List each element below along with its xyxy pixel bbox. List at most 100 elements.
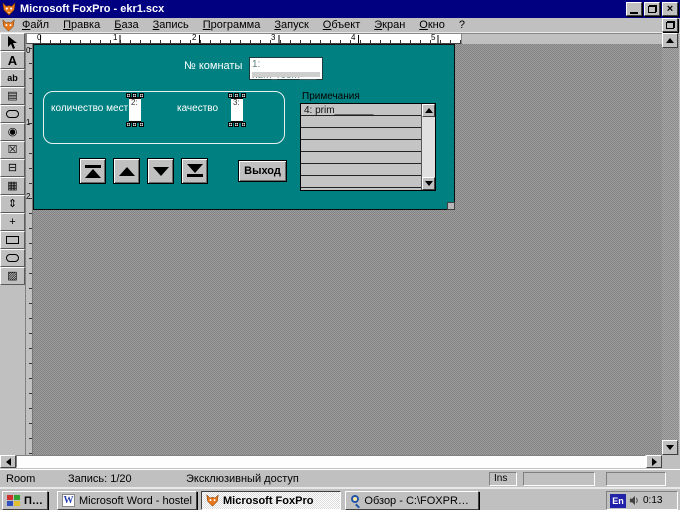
seats-label: количество мест [51, 103, 128, 114]
notes-first-row: 4: prim_______ [304, 105, 374, 116]
line-tool[interactable]: + [0, 213, 25, 231]
keyboard-layout-indicator[interactable]: En [610, 494, 626, 508]
scroll-up-button[interactable] [662, 33, 678, 48]
magnifier-icon [350, 494, 360, 507]
vertical-scrollbar[interactable] [662, 33, 679, 455]
down-arrow-icon [425, 181, 433, 186]
rounded-rectangle-tool[interactable] [0, 249, 25, 267]
menu-file[interactable]: Файл [15, 19, 56, 31]
picture-tool[interactable]: ▨ [0, 267, 25, 285]
spinner-tool[interactable]: ⇕ [0, 195, 25, 213]
ruler-number: 2 [26, 192, 30, 201]
taskbar-clock[interactable]: 0:13 [643, 495, 662, 506]
button-tool-icon [6, 110, 19, 118]
foxpro-window: Microsoft FoxPro - ekr1.scx × Файл Правк… [0, 0, 680, 510]
checkbox-tool[interactable]: ☒ [0, 141, 25, 159]
popup-tool[interactable]: ⊟ [0, 159, 25, 177]
menu-run[interactable]: Запуск [267, 19, 315, 31]
menu-screen[interactable]: Экран [367, 19, 412, 31]
pointer-tool[interactable] [0, 33, 25, 51]
selection-handle[interactable] [241, 93, 246, 98]
horizontal-scroll-track[interactable] [16, 455, 646, 468]
child-restore-icon [666, 21, 675, 29]
seats-spinner-value: 2: [131, 98, 138, 107]
selection-handle[interactable] [132, 122, 137, 127]
close-button[interactable]: × [662, 2, 678, 16]
menu-bar: Файл Правка База Запись Программа Запуск… [0, 18, 680, 33]
word-icon: W [62, 494, 75, 507]
task-browse-label: Обзор - C:\FOXPRO\KAD... [364, 495, 474, 507]
notes-scroll-up-button[interactable] [422, 104, 435, 117]
rectangle-tool[interactable] [0, 231, 25, 249]
down-arrow-icon [666, 445, 674, 450]
menu-window[interactable]: Окно [412, 19, 452, 31]
menu-database[interactable]: База [107, 19, 145, 31]
task-word[interactable]: W Microsoft Word - hostel [57, 491, 197, 510]
field-tool[interactable]: ab [0, 69, 25, 87]
pointer-icon [7, 36, 18, 49]
ruler-number: 3 [271, 33, 275, 42]
notes-scrollbar[interactable] [421, 104, 435, 190]
selection-handle[interactable] [241, 122, 246, 127]
scroll-right-button[interactable] [646, 455, 662, 468]
task-foxpro[interactable]: Microsoft FoxPro [201, 491, 341, 510]
taskbar: Пуск W Microsoft Word - hostel Microsoft… [0, 487, 680, 510]
menu-record[interactable]: Запись [146, 19, 196, 31]
task-browse[interactable]: Обзор - C:\FOXPRO\KAD... [345, 491, 479, 510]
menu-program[interactable]: Программа [196, 19, 268, 31]
triangle-up-icon [85, 169, 101, 178]
spinner-groupbox [43, 91, 285, 144]
exit-button[interactable]: Выход [238, 160, 287, 182]
task-word-label: Microsoft Word - hostel [79, 495, 192, 507]
screen-design-form: № комнаты 1: num_room___ количество мест… [33, 44, 455, 210]
form-resize-handle[interactable] [447, 202, 455, 210]
ruler-number: 1 [26, 118, 30, 127]
scroll-down-button[interactable] [662, 440, 678, 455]
menu-edit[interactable]: Правка [56, 19, 107, 31]
horizontal-scrollbar[interactable] [0, 455, 662, 469]
seats-spinner[interactable]: 2: [128, 95, 142, 125]
window-title: Microsoft FoxPro - ekr1.scx [20, 3, 624, 15]
label-tool[interactable]: A [0, 51, 25, 69]
access-mode-status: Эксклюзивный доступ [186, 473, 299, 485]
selection-handle[interactable] [228, 122, 233, 127]
edit-region-tool[interactable]: ▤ [0, 87, 25, 105]
field-icon: ab [7, 74, 18, 83]
next-record-button[interactable] [147, 158, 174, 184]
ruler-number: 0 [26, 46, 30, 55]
selection-handle[interactable] [139, 122, 144, 127]
previous-record-button[interactable] [113, 158, 140, 184]
first-record-button[interactable] [79, 158, 106, 184]
button-tool[interactable] [0, 105, 25, 123]
selection-handle[interactable] [228, 93, 233, 98]
minimize-button[interactable] [626, 2, 642, 16]
rectangle-icon [6, 236, 19, 244]
notes-scroll-down-button[interactable] [422, 177, 435, 190]
menu-help[interactable]: ? [452, 19, 472, 31]
first-record-icon [85, 165, 101, 168]
notes-edit-region[interactable]: 4: prim_______ [300, 103, 436, 191]
selection-handle[interactable] [234, 93, 239, 98]
room-number-field[interactable]: 1: num_room___ [249, 57, 323, 80]
ruler-number: 0 [37, 33, 41, 42]
volume-icon[interactable] [629, 495, 640, 506]
quality-spinner[interactable]: 3: [230, 95, 244, 125]
triangle-down-icon [187, 164, 203, 173]
radio-button-tool[interactable]: ◉ [0, 123, 25, 141]
child-restore-button[interactable] [662, 18, 678, 32]
selection-handle[interactable] [132, 93, 137, 98]
start-button[interactable]: Пуск [2, 491, 48, 510]
room-field-second-line [252, 72, 320, 77]
scroll-left-button[interactable] [0, 455, 16, 468]
restore-button[interactable] [644, 2, 660, 16]
menu-object[interactable]: Объект [316, 19, 367, 31]
list-tool[interactable]: ▦ [0, 177, 25, 195]
ins-indicator: Ins [489, 472, 517, 486]
horizontal-ruler: 0 1 2 3 4 5 [26, 33, 462, 44]
last-record-button[interactable] [181, 158, 208, 184]
selection-handle[interactable] [126, 122, 131, 127]
minimize-icon [630, 12, 638, 14]
selection-handle[interactable] [234, 122, 239, 127]
selection-handle[interactable] [139, 93, 144, 98]
selection-handle[interactable] [126, 93, 131, 98]
